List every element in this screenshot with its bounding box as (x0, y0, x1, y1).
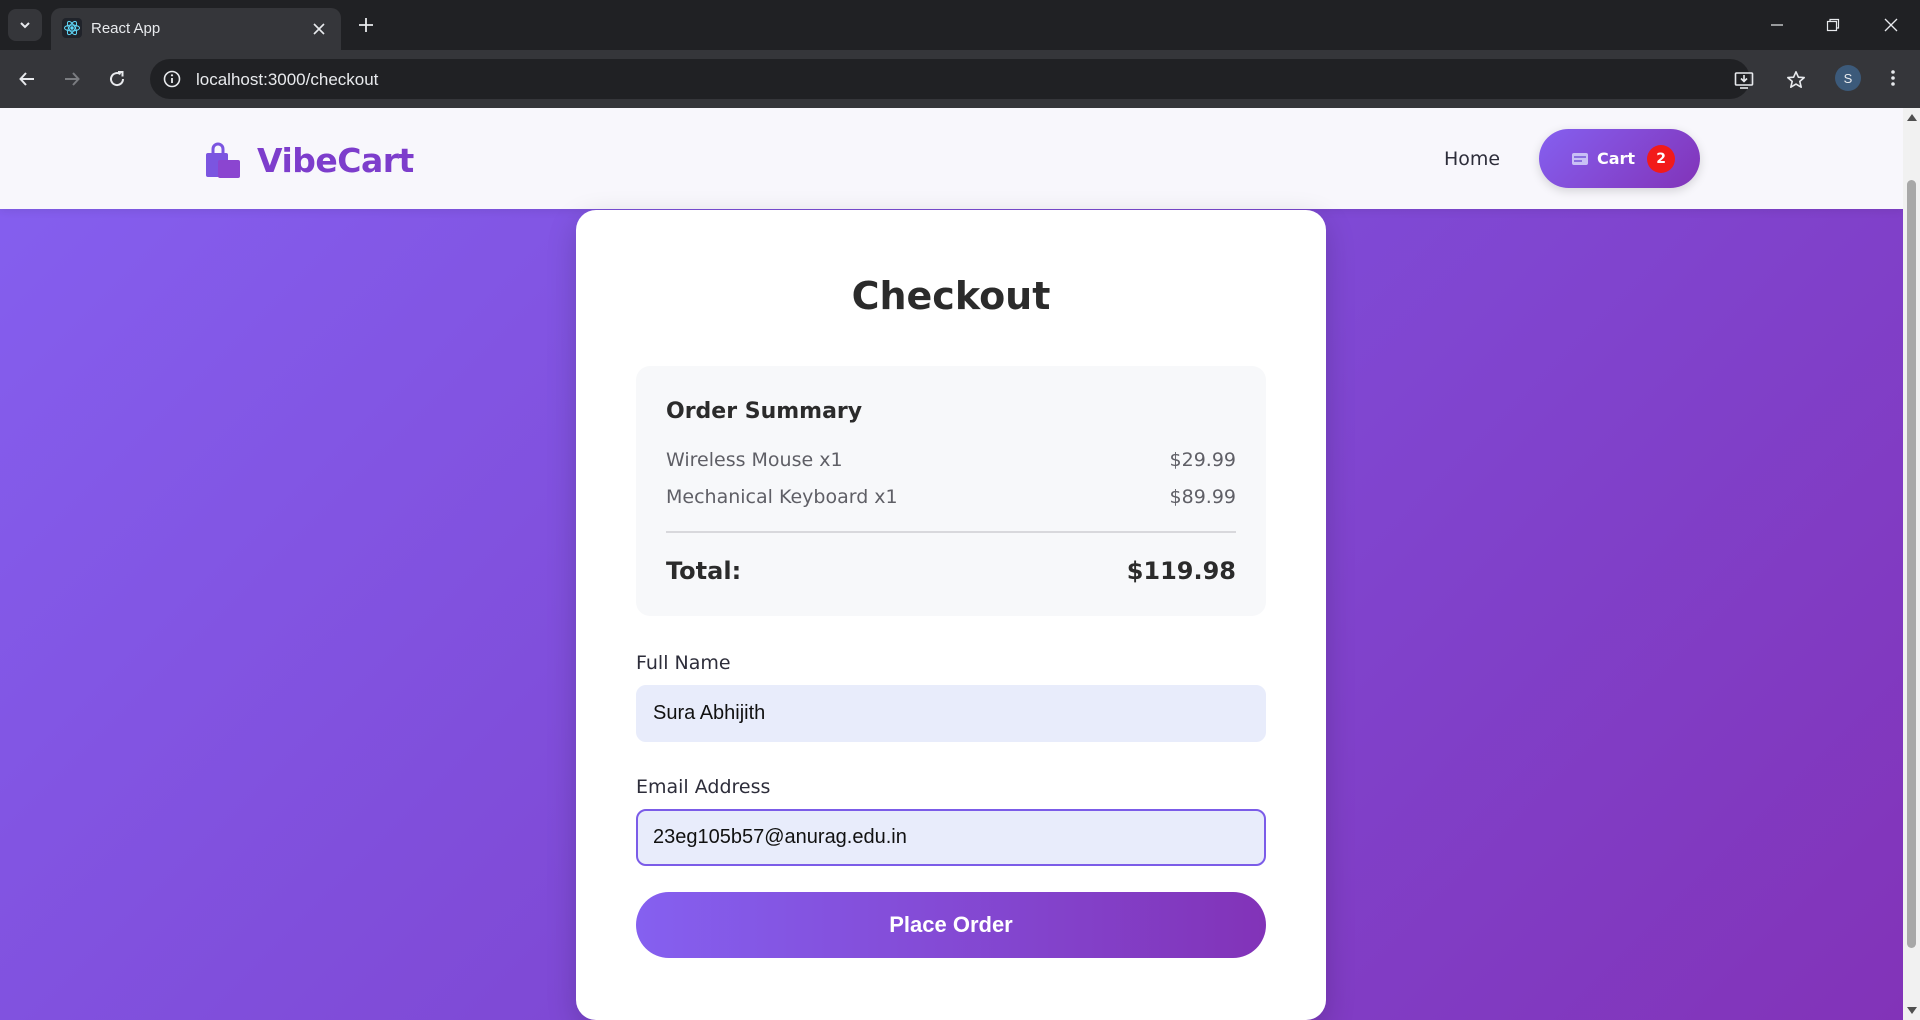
restore-icon (1826, 18, 1840, 32)
cart-icon (1572, 152, 1588, 165)
item-name: Mechanical Keyboard x1 (666, 486, 898, 508)
cart-button[interactable]: Cart 2 (1539, 129, 1700, 188)
order-item-row: Mechanical Keyboard x1 $89.99 (666, 486, 1236, 508)
minimize-button[interactable] (1762, 10, 1792, 40)
triangle-down-icon (1906, 1007, 1917, 1014)
browser-toolbar: localhost:3000/checkout S (0, 50, 1920, 108)
tab-title: React App (91, 20, 161, 37)
tab-search-button[interactable] (8, 9, 42, 41)
order-total-row: Total: $119.98 (666, 557, 1236, 585)
order-summary-heading: Order Summary (666, 399, 863, 424)
cart-count-badge: 2 (1647, 144, 1676, 173)
back-button[interactable] (11, 63, 43, 95)
brand-name: VibeCart (257, 140, 414, 180)
summary-divider (666, 531, 1236, 533)
chevron-down-icon (20, 22, 30, 29)
arrow-right-icon (65, 72, 80, 86)
item-price: $89.99 (1169, 486, 1236, 508)
cart-label: Cart (1597, 149, 1636, 168)
minimize-icon (1771, 24, 1783, 26)
triangle-up-icon (1906, 114, 1917, 121)
more-vert-icon (1891, 70, 1895, 86)
order-summary: Order Summary Wireless Mouse x1 $29.99 M… (636, 366, 1266, 616)
close-window-button[interactable] (1876, 10, 1906, 40)
brand-logo-link[interactable]: VibeCart (205, 140, 414, 180)
shopping-bags-icon (206, 142, 240, 178)
install-app-button[interactable] (1732, 68, 1756, 92)
total-label: Total: (666, 557, 742, 585)
scroll-up-arrow[interactable] (1903, 110, 1920, 124)
nav-link-home[interactable]: Home (1444, 148, 1500, 170)
browser-menu-button[interactable] (1880, 65, 1906, 91)
place-order-button[interactable]: Place Order (636, 892, 1266, 958)
item-name: Wireless Mouse x1 (666, 449, 843, 471)
checkout-card: Checkout Order Summary Wireless Mouse x1… (576, 210, 1326, 1020)
site-info-button[interactable] (160, 67, 184, 91)
url-text: localhost:3000/checkout (196, 70, 379, 89)
tab-close-button[interactable] (309, 19, 329, 39)
new-tab-button[interactable] (354, 13, 378, 37)
install-icon (1734, 72, 1754, 89)
close-icon (313, 23, 325, 35)
profile-avatar[interactable]: S (1835, 65, 1861, 91)
plus-icon (359, 18, 373, 32)
site-navbar: VibeCart Home Cart 2 (0, 108, 1903, 209)
forward-button[interactable] (56, 63, 88, 95)
item-price: $29.99 (1169, 449, 1236, 471)
bookmark-button[interactable] (1784, 68, 1808, 92)
order-item-row: Wireless Mouse x1 $29.99 (666, 449, 1236, 471)
restore-button[interactable] (1818, 10, 1848, 40)
browser-tab-active[interactable]: React App (51, 8, 341, 50)
scrollbar-thumb[interactable] (1907, 180, 1916, 948)
star-icon (1787, 71, 1805, 88)
react-logo-icon (62, 18, 82, 38)
full-name-label: Full Name (636, 652, 731, 674)
total-value: $119.98 (1126, 557, 1236, 585)
page-title: Checkout (851, 274, 1051, 318)
reload-icon (110, 71, 125, 87)
address-bar[interactable]: localhost:3000/checkout (150, 59, 1805, 99)
page-viewport: VibeCart Home Cart 2 Checkout Order Summ… (0, 108, 1903, 1020)
page-scrollbar[interactable] (1903, 108, 1920, 1020)
info-icon (163, 70, 181, 88)
browser-tab-strip: React App (0, 0, 1920, 50)
arrow-left-icon (19, 72, 34, 86)
email-input[interactable] (636, 809, 1266, 866)
email-label: Email Address (636, 776, 771, 798)
full-name-input[interactable] (636, 685, 1266, 742)
scroll-down-arrow[interactable] (1903, 1004, 1920, 1018)
reload-button[interactable] (101, 63, 133, 95)
close-icon (1884, 18, 1898, 32)
